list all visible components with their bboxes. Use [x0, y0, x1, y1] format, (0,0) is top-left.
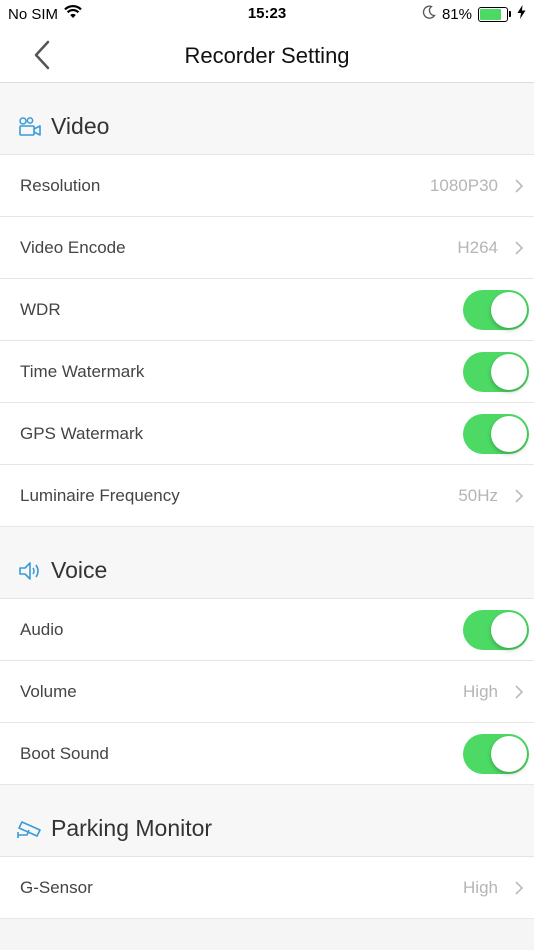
setting-row-audio: Audio [0, 599, 534, 661]
setting-row-volume[interactable]: Volume High [0, 661, 534, 723]
row-value: High [463, 878, 498, 897]
setting-row-video-encode[interactable]: Video Encode H264 [0, 217, 534, 279]
navigation-bar: Recorder Setting [0, 28, 534, 83]
section-title-voice: Voice [51, 557, 108, 583]
toggle-knob [491, 612, 527, 648]
status-right: 81% [422, 5, 526, 23]
row-label: Resolution [20, 176, 101, 195]
setting-row-gps-watermark: GPS Watermark [0, 403, 534, 465]
toggle-knob [491, 736, 527, 772]
setting-row-luminaire-frequency[interactable]: Luminaire Frequency 50Hz [0, 465, 534, 527]
time-watermark-toggle[interactable] [463, 352, 529, 392]
row-value: H264 [457, 238, 498, 257]
charging-bolt-icon [517, 5, 526, 23]
section-header-voice: Voice [0, 527, 534, 599]
battery-percent: 81% [441, 5, 472, 23]
row-label: Audio [20, 620, 64, 639]
setting-row-wdr: WDR [0, 279, 534, 341]
section-header-parking-monitor: Parking Monitor [0, 785, 534, 857]
recorder-setting-screen: No SIM 15:23 81% Recorder Setting Video … [0, 0, 534, 950]
row-label: WDR [20, 300, 61, 319]
row-label: Volume [20, 682, 77, 701]
row-label: Luminaire Frequency [20, 486, 180, 505]
row-label: Time Watermark [20, 362, 145, 381]
setting-row-time-watermark: Time Watermark [0, 341, 534, 403]
status-bar: No SIM 15:23 81% [0, 0, 534, 28]
speaker-icon [18, 560, 42, 582]
video-camera-icon [18, 116, 42, 138]
section-title-parking-monitor: Parking Monitor [51, 815, 213, 841]
row-label: Video Encode [20, 238, 126, 257]
chevron-right-icon [515, 489, 524, 503]
toggle-knob [491, 292, 527, 328]
row-value: 1080P30 [429, 176, 498, 195]
boot-sound-toggle[interactable] [463, 734, 529, 774]
setting-row-g-sensor[interactable]: G-Sensor High [0, 857, 534, 919]
toggle-knob [491, 354, 527, 390]
row-label: G-Sensor [20, 878, 93, 897]
gps-watermark-toggle[interactable] [463, 414, 529, 454]
setting-row-boot-sound: Boot Sound [0, 723, 534, 785]
chevron-right-icon [515, 685, 524, 699]
toggle-knob [491, 416, 527, 452]
audio-toggle[interactable] [463, 610, 529, 650]
security-camera-icon [16, 818, 44, 840]
section-header-video: Video [0, 83, 534, 155]
wdr-toggle[interactable] [463, 290, 529, 330]
section-title-video: Video [51, 113, 110, 139]
row-value: High [463, 682, 498, 701]
row-value: 50Hz [458, 486, 498, 505]
row-label: GPS Watermark [20, 424, 144, 443]
row-label: Boot Sound [20, 744, 109, 763]
chevron-right-icon [515, 881, 524, 895]
moon-icon [422, 5, 436, 23]
chevron-right-icon [515, 179, 524, 193]
battery-icon [478, 6, 511, 22]
page-title: Recorder Setting [184, 43, 350, 68]
chevron-right-icon [515, 241, 524, 255]
setting-row-resolution[interactable]: Resolution 1080P30 [0, 155, 534, 217]
